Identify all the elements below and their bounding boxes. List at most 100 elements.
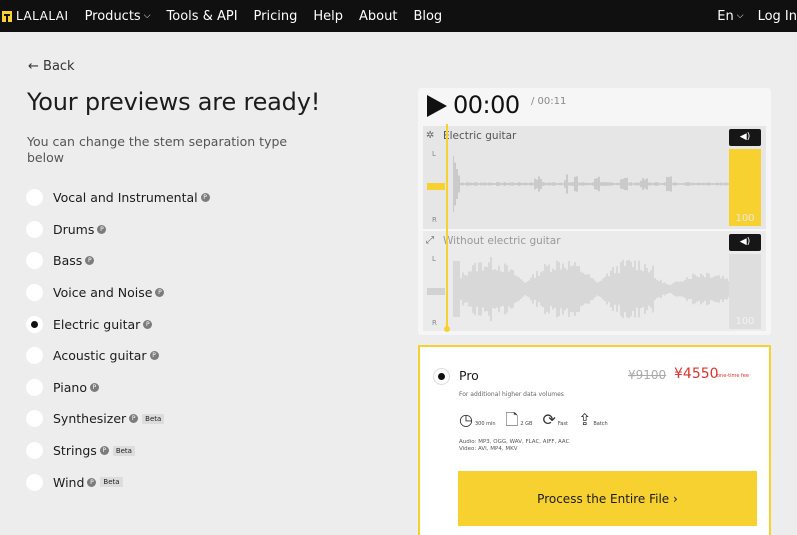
radio-button[interactable]	[26, 252, 43, 270]
option-strings[interactable]: Strings P Beta	[26, 435, 210, 467]
plan-name: Pro	[459, 368, 479, 383]
radio-button[interactable]	[26, 189, 43, 207]
pro-badge-icon: P	[143, 319, 153, 329]
playhead-handle[interactable]	[444, 326, 450, 332]
waveform-electric-guitar	[453, 156, 732, 212]
channel-right-label: R	[432, 216, 437, 224]
feature-size: 🗋 2 GB	[506, 411, 533, 429]
pro-badge-icon: P	[85, 256, 95, 266]
pro-badge-icon: P	[87, 477, 97, 487]
nav-products-label: Products	[84, 8, 141, 24]
file-icon: 🗋	[505, 410, 519, 429]
volume-value: 100	[735, 316, 755, 327]
radio-button[interactable]	[26, 220, 43, 238]
volume-slider[interactable]: 100	[729, 149, 761, 226]
pro-badge-icon: P	[89, 382, 99, 392]
nav-products[interactable]: Products ⌵	[85, 9, 151, 24]
feature-speed: ⟳ Fast	[542, 411, 567, 429]
level-meter	[427, 288, 445, 295]
radio-button[interactable]	[26, 473, 43, 491]
nav-help[interactable]: Help	[313, 9, 343, 24]
speaker-icon[interactable]: ◀)	[729, 129, 761, 146]
price-new: ¥4550	[674, 366, 719, 382]
language-selector[interactable]: En ⌵	[717, 9, 743, 24]
audio-formats: Audio: MP3, OGG, WAV, FLAC, AIFF, AAC	[459, 439, 570, 445]
option-synthesizer[interactable]: Synthesizer P Beta	[26, 403, 210, 435]
volume-value: 100	[735, 213, 755, 224]
feature-text: Batch	[593, 421, 608, 427]
option-vocal-instrumental[interactable]: Vocal and Instrumental P	[26, 182, 210, 214]
page-subtitle: You can change the stem separation type …	[27, 134, 288, 165]
option-piano[interactable]: Piano P	[26, 372, 210, 404]
plan-radio-selected[interactable]	[433, 368, 450, 385]
option-label: Acoustic guitar	[53, 348, 147, 364]
logo-text: LALALAI	[16, 9, 69, 23]
pro-badge-icon: P	[155, 288, 165, 298]
radio-button[interactable]	[26, 410, 43, 428]
clock-icon: ◷	[459, 410, 473, 429]
nav-right: En ⌵ Log In	[717, 0, 797, 32]
feature-text: 2 GB	[520, 421, 533, 427]
link-icon: ⤢	[426, 235, 434, 246]
nav-about[interactable]: About	[359, 9, 397, 24]
feature-text: Fast	[557, 421, 568, 427]
page-title: Your previews are ready!	[27, 88, 321, 116]
pro-badge-icon: P	[99, 446, 109, 456]
channel-left-label: L	[432, 150, 436, 158]
speed-icon: ⟳	[542, 410, 556, 429]
nav-blog[interactable]: Blog	[413, 9, 442, 24]
play-icon[interactable]	[427, 95, 447, 117]
option-electric-guitar[interactable]: Electric guitar P	[26, 308, 210, 340]
track-label: Without electric guitar	[443, 235, 561, 247]
option-acoustic-guitar[interactable]: Acoustic guitar P	[26, 340, 210, 372]
logo-icon	[2, 10, 12, 22]
login-link[interactable]: Log In	[758, 9, 797, 24]
option-label: Electric guitar	[53, 316, 141, 332]
chevron-down-icon: ⌵	[736, 11, 744, 21]
speaker-icon[interactable]: ◀)	[729, 234, 761, 251]
language-label: En	[717, 8, 734, 24]
option-label: Drums	[53, 221, 95, 237]
track-without-electric-guitar: ⤢ Without electric guitar L R ◀) 100	[423, 231, 766, 331]
chevron-down-icon: ⌵	[143, 11, 151, 21]
radio-button[interactable]	[26, 347, 43, 365]
price-old: ¥9100	[628, 368, 667, 382]
back-link[interactable]: ← Back	[28, 59, 75, 74]
logo[interactable]: LALALAI	[2, 9, 69, 23]
guitar-icon: ✲	[426, 130, 435, 141]
nav-tools-api[interactable]: Tools & API	[167, 9, 238, 24]
track-electric-guitar: ✲ Electric guitar L R ◀) 100	[423, 126, 766, 229]
stem-options-list: Vocal and Instrumental P Drums P Bass P Voi…	[26, 182, 210, 498]
track-label: Electric guitar	[443, 130, 517, 142]
price-note: one-time fee	[717, 373, 749, 379]
top-nav: LALALAI Products ⌵ Tools & API Pricing He…	[0, 0, 797, 32]
pro-badge-icon: P	[97, 224, 107, 234]
option-label: Synthesizer	[53, 411, 127, 427]
upload-icon: ⇪	[577, 410, 592, 429]
current-time: 00:00	[453, 91, 520, 119]
plan-card-pro[interactable]: Pro ¥9100 ¥4550 one-time fee For additio…	[418, 345, 771, 535]
feature-minutes: ◷ 300 min	[459, 411, 496, 429]
radio-button[interactable]	[26, 442, 43, 460]
channel-left-label: L	[432, 255, 436, 263]
level-meter	[427, 183, 445, 190]
option-wind[interactable]: Wind P Beta	[26, 466, 210, 498]
nav-pricing[interactable]: Pricing	[254, 9, 298, 24]
volume-slider[interactable]: 100	[729, 254, 761, 329]
radio-button[interactable]	[26, 284, 43, 302]
radio-button[interactable]	[26, 378, 43, 396]
option-drums[interactable]: Drums P	[26, 214, 210, 246]
pro-badge-icon: P	[200, 193, 210, 203]
option-label: Vocal and Instrumental	[53, 190, 198, 206]
process-entire-file-button[interactable]: Process the Entire File ›	[458, 471, 757, 526]
option-bass[interactable]: Bass P	[26, 245, 210, 277]
option-voice-noise[interactable]: Voice and Noise P	[26, 277, 210, 309]
radio-button-selected[interactable]	[26, 315, 43, 333]
plan-features: ◷ 300 min 🗋 2 GB ⟳ Fast ⇪ Batch	[459, 411, 618, 429]
pro-badge-icon: P	[149, 351, 159, 361]
nav-pricing-label: Pricing	[253, 8, 298, 24]
nav-tools-api-label: Tools & API	[166, 8, 238, 24]
total-time: / 00:11	[531, 96, 567, 107]
option-label: Voice and Noise	[53, 285, 153, 301]
playhead[interactable]	[446, 124, 448, 329]
